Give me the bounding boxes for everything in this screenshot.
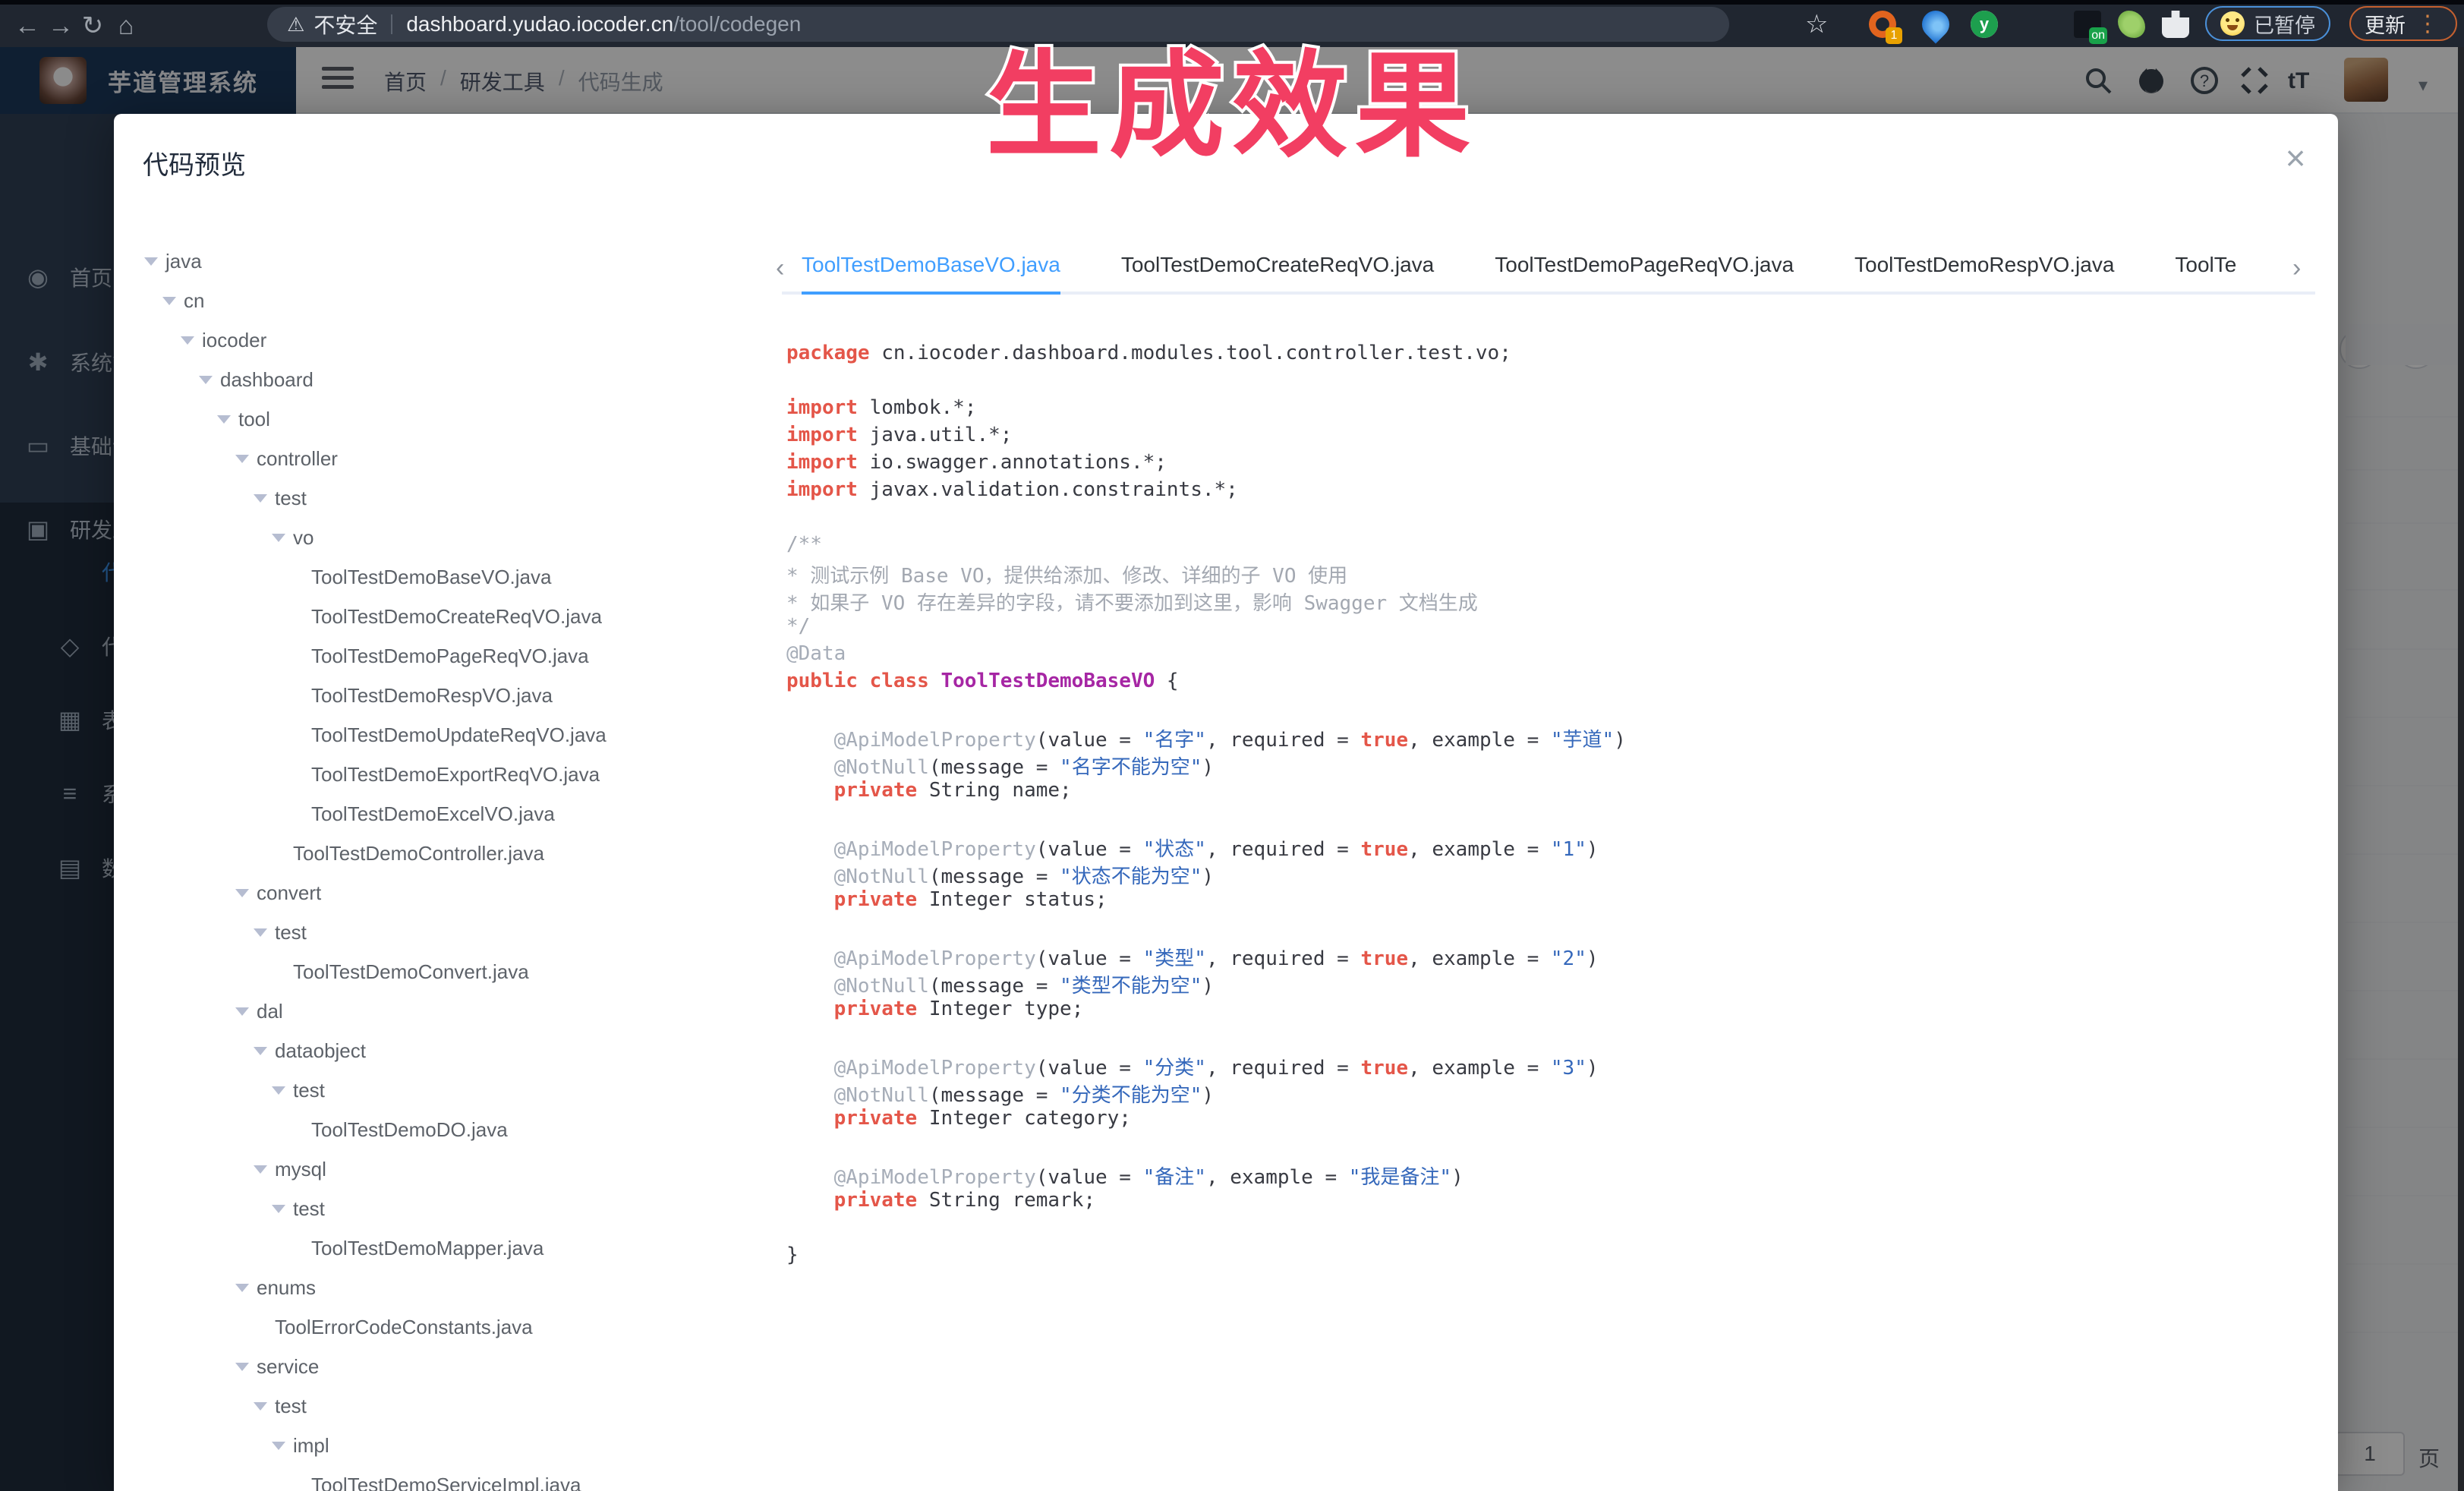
browser-top-strip bbox=[0, 0, 2464, 5]
code-line: @NotNull(message = "分类不能为空") bbox=[786, 1080, 2305, 1107]
file-tree: javacniocoderdashboardtoolcontrollertest… bbox=[144, 241, 759, 1491]
code-line: private Integer type; bbox=[786, 998, 2305, 1025]
tabs-scroll-right-icon[interactable]: › bbox=[2292, 254, 2301, 283]
caret-down-icon[interactable] bbox=[144, 257, 158, 266]
tree-file[interactable]: ToolTestDemoController.java bbox=[144, 834, 759, 873]
caret-down-icon[interactable] bbox=[235, 1363, 249, 1371]
file-tab-1[interactable]: ToolTestDemoCreateReqVO.java bbox=[1121, 244, 1434, 295]
code-line: * 如果子 VO 存在差异的字段，请不要添加到这里，影响 Swagger 文档生… bbox=[786, 588, 2305, 615]
tree-file[interactable]: ToolTestDemoMapper.java bbox=[144, 1228, 759, 1268]
code-line bbox=[786, 1025, 2305, 1052]
tree-folder[interactable]: test bbox=[144, 1386, 759, 1426]
code-line: private String name; bbox=[786, 779, 2305, 806]
tree-file[interactable]: ToolTestDemoConvert.java bbox=[144, 952, 759, 991]
tree-file[interactable]: ToolTestDemoDO.java bbox=[144, 1110, 759, 1149]
code-line: @ApiModelProperty(value = "类型", required… bbox=[786, 943, 2305, 970]
code-line: @ApiModelProperty(value = "状态", required… bbox=[786, 834, 2305, 861]
tree-file[interactable]: ToolTestDemoRespVO.java bbox=[144, 676, 759, 715]
caret-down-icon[interactable] bbox=[254, 494, 267, 503]
code-line bbox=[786, 916, 2305, 943]
code-viewer[interactable]: package cn.iocoder.dashboard.modules.too… bbox=[786, 342, 2305, 1488]
code-line: import io.swagger.annotations.*; bbox=[786, 451, 2305, 478]
tree-file[interactable]: ToolTestDemoServiceImpl.java bbox=[144, 1465, 759, 1491]
tree-file[interactable]: ToolTestDemoUpdateReqVO.java bbox=[144, 715, 759, 755]
code-line bbox=[786, 697, 2305, 724]
caret-down-icon[interactable] bbox=[254, 1047, 267, 1055]
code-line: @ApiModelProperty(value = "备注", example … bbox=[786, 1162, 2305, 1189]
code-line: public class ToolTestDemoBaseVO { bbox=[786, 670, 2305, 697]
caret-down-icon[interactable] bbox=[181, 336, 194, 345]
code-line: */ bbox=[786, 615, 2305, 642]
code-line: @ApiModelProperty(value = "名字", required… bbox=[786, 724, 2305, 752]
file-tab-0[interactable]: ToolTestDemoBaseVO.java bbox=[802, 244, 1060, 295]
tree-file[interactable]: ToolTestDemoExportReqVO.java bbox=[144, 755, 759, 794]
caret-down-icon[interactable] bbox=[272, 1086, 285, 1095]
tree-folder[interactable]: cn bbox=[144, 281, 759, 320]
screen: 芋道管理系统 ◉首页✱系统管理▭基础设施▣研发工具 代码生成◇代▦表≡系▤数 首… bbox=[0, 0, 2464, 1491]
code-line bbox=[786, 369, 2305, 396]
tree-folder[interactable]: controller bbox=[144, 439, 759, 478]
file-tabs: ‹ ToolTestDemoBaseVO.javaToolTestDemoCre… bbox=[782, 244, 2315, 295]
code-line: import java.util.*; bbox=[786, 424, 2305, 451]
code-line bbox=[786, 806, 2305, 834]
caret-down-icon[interactable] bbox=[235, 1284, 249, 1292]
caret-down-icon[interactable] bbox=[217, 415, 231, 424]
code-line: private String remark; bbox=[786, 1189, 2305, 1216]
caret-down-icon[interactable] bbox=[235, 889, 249, 897]
code-line bbox=[786, 1134, 2305, 1162]
caret-down-icon[interactable] bbox=[272, 1205, 285, 1213]
tree-folder[interactable]: java bbox=[144, 241, 759, 281]
caret-down-icon[interactable] bbox=[272, 1442, 285, 1450]
code-line: package cn.iocoder.dashboard.modules.too… bbox=[786, 342, 2305, 369]
code-preview-modal: 代码预览 × javacniocoderdashboardtoolcontrol… bbox=[114, 114, 2338, 1491]
code-line: @ApiModelProperty(value = "分类", required… bbox=[786, 1052, 2305, 1080]
caret-down-icon[interactable] bbox=[235, 455, 249, 463]
code-line: @NotNull(message = "名字不能为空") bbox=[786, 752, 2305, 779]
tree-folder[interactable]: dataobject bbox=[144, 1031, 759, 1070]
code-line: @Data bbox=[786, 642, 2305, 670]
code-line: import lombok.*; bbox=[786, 396, 2305, 424]
tree-folder[interactable]: test bbox=[144, 478, 759, 518]
tree-folder[interactable]: dal bbox=[144, 991, 759, 1031]
code-line: @NotNull(message = "状态不能为空") bbox=[786, 861, 2305, 888]
tree-folder[interactable]: tool bbox=[144, 399, 759, 439]
tree-folder[interactable]: mysql bbox=[144, 1149, 759, 1189]
tree-folder[interactable]: test bbox=[144, 913, 759, 952]
caret-down-icon[interactable] bbox=[254, 1402, 267, 1411]
tree-folder[interactable]: convert bbox=[144, 873, 759, 913]
code-line: private Integer status; bbox=[786, 888, 2305, 916]
code-line: } bbox=[786, 1244, 2305, 1271]
tree-folder[interactable]: enums bbox=[144, 1268, 759, 1307]
tree-folder[interactable]: dashboard bbox=[144, 360, 759, 399]
tree-folder[interactable]: service bbox=[144, 1347, 759, 1386]
caret-down-icon[interactable] bbox=[272, 534, 285, 542]
code-line bbox=[786, 1216, 2305, 1244]
file-tab-2[interactable]: ToolTestDemoPageReqVO.java bbox=[1495, 244, 1794, 295]
code-line: private Integer category; bbox=[786, 1107, 2305, 1134]
code-line: /** bbox=[786, 533, 2305, 560]
caret-down-icon[interactable] bbox=[162, 297, 176, 305]
file-tab-3[interactable]: ToolTestDemoRespVO.java bbox=[1854, 244, 2114, 295]
tree-file[interactable]: ToolTestDemoBaseVO.java bbox=[144, 557, 759, 597]
tree-file[interactable]: ToolErrorCodeConstants.java bbox=[144, 1307, 759, 1347]
tree-folder[interactable]: iocoder bbox=[144, 320, 759, 360]
code-line bbox=[786, 506, 2305, 533]
tree-folder[interactable]: impl bbox=[144, 1426, 759, 1465]
caret-down-icon[interactable] bbox=[235, 1007, 249, 1016]
file-tab-4[interactable]: ToolTe bbox=[2175, 244, 2236, 295]
tree-file[interactable]: ToolTestDemoPageReqVO.java bbox=[144, 636, 759, 676]
tree-file[interactable]: ToolTestDemoExcelVO.java bbox=[144, 794, 759, 834]
code-line: @NotNull(message = "类型不能为空") bbox=[786, 970, 2305, 998]
tree-file[interactable]: ToolTestDemoCreateReqVO.java bbox=[144, 597, 759, 636]
caret-down-icon[interactable] bbox=[254, 1165, 267, 1174]
annotation-text: 生成效果 bbox=[0, 12, 2464, 179]
tree-folder[interactable]: test bbox=[144, 1189, 759, 1228]
tabs-scroll-left-icon[interactable]: ‹ bbox=[776, 254, 784, 283]
tree-folder[interactable]: vo bbox=[144, 518, 759, 557]
code-line: import javax.validation.constraints.*; bbox=[786, 478, 2305, 506]
code-line: * 测试示例 Base VO，提供给添加、修改、详细的子 VO 使用 bbox=[786, 560, 2305, 588]
tree-folder[interactable]: test bbox=[144, 1070, 759, 1110]
caret-down-icon[interactable] bbox=[254, 928, 267, 937]
caret-down-icon[interactable] bbox=[199, 376, 213, 384]
